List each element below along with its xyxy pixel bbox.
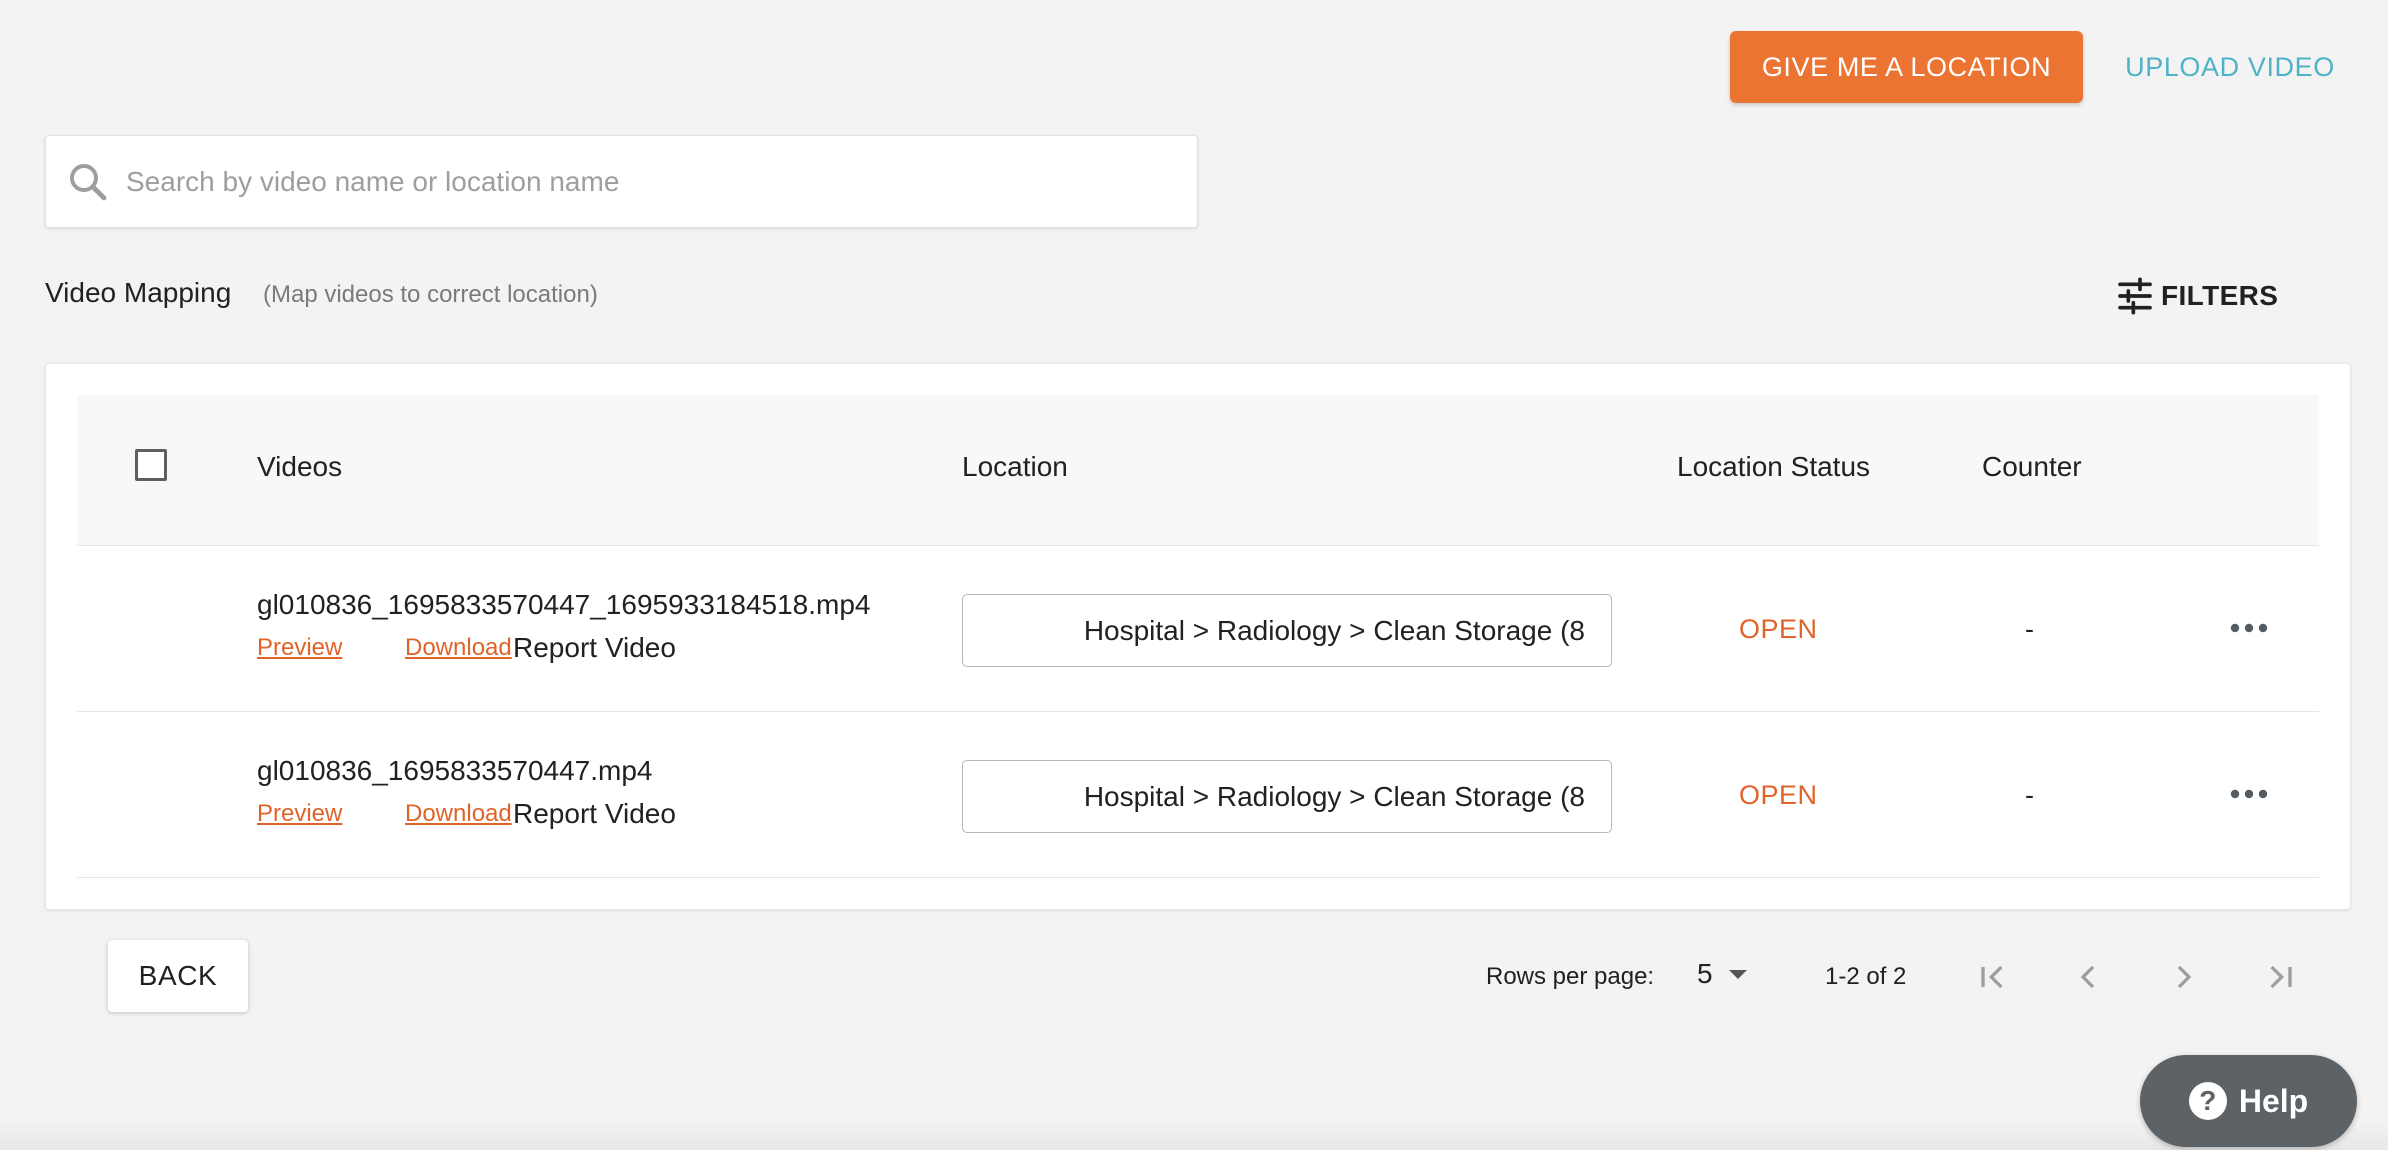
download-link[interactable]: Download — [405, 634, 512, 662]
last-page-icon[interactable] — [2260, 957, 2300, 997]
select-all-checkbox[interactable] — [135, 449, 167, 481]
pagination-range: 1-2 of 2 — [1825, 963, 1907, 990]
help-label: Help — [2238, 1082, 2309, 1119]
table-row: gl010836_1695833570447_1695933184518.mp4… — [77, 546, 2319, 712]
preview-link[interactable]: Preview — [257, 800, 342, 828]
next-page-icon[interactable] — [2164, 957, 2204, 997]
location-status: OPEN — [1739, 614, 1818, 644]
page-bottom-edge — [0, 1120, 2388, 1150]
page-title: Video Mapping — [45, 277, 232, 308]
dropdown-arrow-icon — [1728, 970, 1747, 979]
more-options-icon[interactable] — [2227, 616, 2271, 640]
page-subtitle: (Map videos to correct location) — [263, 281, 598, 308]
column-header-location-status[interactable]: Location Status — [1677, 451, 1870, 483]
search-icon — [70, 163, 107, 200]
first-page-icon[interactable] — [1973, 957, 2013, 997]
search-box[interactable] — [45, 135, 1198, 228]
report-video-button[interactable]: Report Video — [513, 632, 676, 664]
filters-button[interactable]: FILTERS — [2115, 272, 2278, 320]
location-value: Hospital > Radiology > Clean Storage (8 — [1083, 614, 1585, 646]
rows-per-page-select[interactable]: 5 — [1697, 958, 1749, 990]
back-button[interactable]: BACK — [108, 940, 248, 1012]
filters-label: FILTERS — [2161, 280, 2279, 311]
video-mapping-table: Videos Location Location Status Counter … — [45, 363, 2351, 910]
filters-icon — [2118, 277, 2152, 315]
column-header-videos[interactable]: Videos — [257, 451, 342, 483]
column-header-counter[interactable]: Counter — [1982, 451, 2082, 483]
counter-value: - — [2025, 614, 2034, 644]
preview-link[interactable]: Preview — [257, 634, 342, 662]
column-header-location[interactable]: Location — [962, 451, 1068, 483]
location-field[interactable]: Hospital > Radiology > Clean Storage (8 — [962, 594, 1612, 667]
counter-value: - — [2025, 780, 2034, 810]
give-me-a-location-button[interactable]: GIVE ME A LOCATION — [1730, 31, 2083, 103]
upload-video-button[interactable]: UPLOAD VIDEO — [2110, 31, 2350, 103]
location-field[interactable]: Hospital > Radiology > Clean Storage (8 — [962, 760, 1612, 833]
location-value: Hospital > Radiology > Clean Storage (8 — [1083, 780, 1585, 812]
table-row: gl010836_1695833570447.mp4 Preview Downl… — [77, 712, 2319, 878]
rows-per-page-value: 5 — [1697, 958, 1713, 989]
video-filename: gl010836_1695833570447.mp4 — [257, 755, 653, 786]
more-options-icon[interactable] — [2227, 782, 2271, 806]
report-video-button[interactable]: Report Video — [513, 798, 676, 830]
download-link[interactable]: Download — [405, 800, 512, 828]
search-input[interactable] — [124, 164, 1128, 199]
rows-per-page-label: Rows per page: — [1486, 963, 1655, 990]
help-button[interactable]: ? Help — [2140, 1055, 2357, 1147]
location-status: OPEN — [1739, 780, 1818, 810]
video-filename: gl010836_1695833570447_1695933184518.mp4 — [257, 589, 871, 620]
question-icon: ? — [2188, 1082, 2227, 1120]
table-header: Videos Location Location Status Counter — [77, 395, 2319, 546]
previous-page-icon[interactable] — [2068, 957, 2108, 997]
